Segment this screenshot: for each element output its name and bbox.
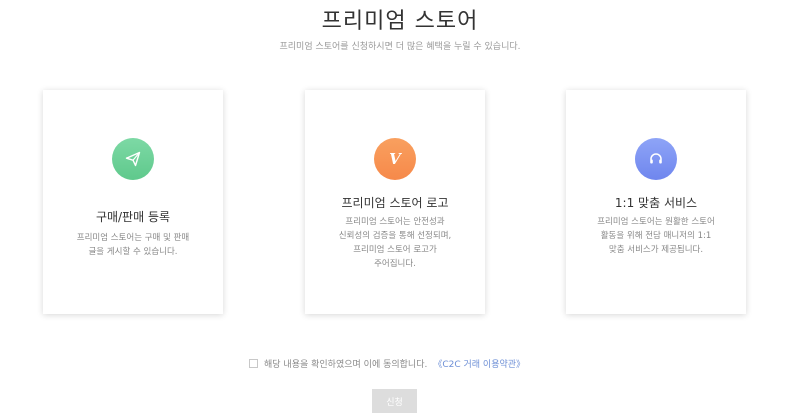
headset-icon: [635, 138, 677, 180]
card-title: 프리미엄 스토어 로고: [341, 196, 449, 210]
card-description: 프리미엄 스토어는 안전성과 신뢰성의 검증을 통해 선정되며, 프리미엄 스토…: [338, 217, 452, 269]
card-description: 프리미엄 스토어는 구매 및 판매 글을 게시할 수 있습니다.: [76, 233, 190, 257]
v-logo-glyph: V: [389, 149, 401, 168]
terms-link[interactable]: 《C2C 거래 이용약관》: [433, 357, 525, 370]
paper-plane-icon: [112, 138, 154, 180]
apply-button[interactable]: 신청: [372, 389, 417, 413]
v-logo-icon: V: [374, 138, 416, 180]
agreement-text: 해당 내용을 확인하였으며 이에 동의합니다.: [264, 360, 428, 370]
agreement-row: 해당 내용을 확인하였으며 이에 동의합니다. 《C2C 거래 이용약관》: [249, 357, 525, 370]
feature-card-registration: 구매/판매 등록 프리미엄 스토어는 구매 및 판매 글을 게시할 수 있습니다…: [43, 90, 223, 314]
page-title: 프리미엄 스토어: [321, 9, 479, 34]
agreement-checkbox[interactable]: [249, 359, 258, 368]
page-subtitle: 프리미엄 스토어를 신청하시면 더 많은 혜택을 누릴 수 있습니다.: [279, 42, 521, 52]
card-title: 1:1 맞춤 서비스: [614, 196, 698, 210]
feature-card-service: 1:1 맞춤 서비스 프리미엄 스토어는 원활한 스토어 활동을 위해 전담 매…: [566, 90, 746, 314]
card-title: 구매/판매 등록: [95, 210, 171, 224]
card-description: 프리미엄 스토어는 원활한 스토어 활동을 위해 전담 매니저의 1:1 맞춤 …: [597, 217, 715, 255]
feature-card-logo: V 프리미엄 스토어 로고 프리미엄 스토어는 안전성과 신뢰성의 검증을 통해…: [305, 90, 485, 314]
